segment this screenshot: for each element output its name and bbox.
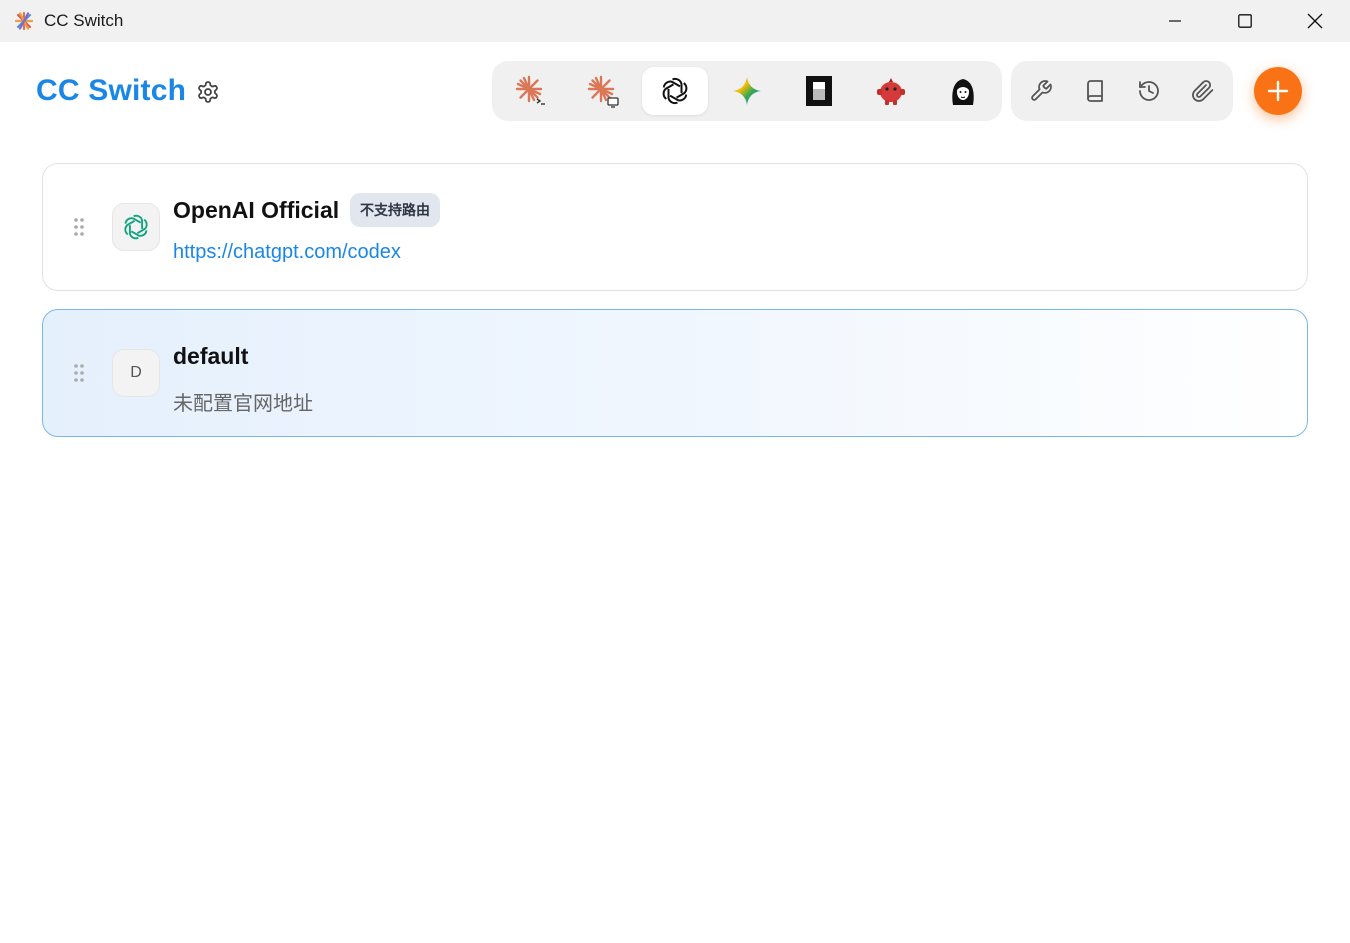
- opencode-icon: [806, 76, 832, 106]
- gear-icon: [198, 81, 218, 103]
- provider-avatar: [112, 203, 160, 251]
- tab-claude-desktop[interactable]: [570, 67, 636, 115]
- drag-handle-icon[interactable]: [73, 217, 85, 237]
- docs-button[interactable]: [1079, 75, 1111, 107]
- app-switcher: [492, 61, 1002, 121]
- tab-gemini[interactable]: [714, 67, 780, 115]
- tools-button[interactable]: [1025, 75, 1057, 107]
- book-icon: [1087, 80, 1103, 102]
- minimize-icon: [1169, 20, 1181, 22]
- claude-desktop-icon: [587, 75, 619, 108]
- claude-terminal-icon: [515, 75, 545, 105]
- provider-website-status: 未配置官网地址: [173, 393, 313, 415]
- window-title: CC Switch: [44, 11, 124, 30]
- tab-portrait[interactable]: [930, 67, 996, 115]
- provider-card-openai-official[interactable]: OpenAI Official 不支持路由 https://chatgpt.co…: [42, 163, 1308, 291]
- gemini-icon: [733, 77, 761, 105]
- add-provider-button[interactable]: [1254, 67, 1302, 115]
- minimize-button[interactable]: [1140, 0, 1210, 42]
- close-window-button[interactable]: [1280, 0, 1350, 42]
- provider-url-link[interactable]: https://chatgpt.com/codex: [173, 241, 401, 264]
- plus-icon: [1267, 80, 1289, 102]
- provider-name: OpenAI Official: [173, 197, 340, 223]
- provider-card-default[interactable]: D default 未配置官网地址: [42, 309, 1308, 437]
- drag-handle-icon[interactable]: [73, 363, 85, 383]
- settings-button[interactable]: [194, 78, 222, 106]
- brand-title: CC Switch: [36, 74, 187, 107]
- window-titlebar: CC Switch: [0, 0, 1350, 42]
- portrait-icon: [952, 79, 974, 105]
- tab-opencode[interactable]: [786, 67, 852, 115]
- provider-avatar-initial: D: [112, 349, 160, 397]
- wrench-icon: [1031, 80, 1052, 101]
- openai-icon: [124, 214, 148, 240]
- paperclip-icon: [1192, 80, 1214, 102]
- cc-switch-logo-icon: [14, 11, 34, 31]
- attachments-button[interactable]: [1187, 75, 1219, 107]
- tab-claude-code[interactable]: [498, 67, 564, 115]
- tab-codex[interactable]: [642, 67, 708, 115]
- maximize-button[interactable]: [1210, 0, 1280, 42]
- tools-group: [1011, 61, 1233, 121]
- provider-name: default: [173, 343, 249, 369]
- routing-badge: 不支持路由: [350, 193, 440, 227]
- maximize-icon: [1238, 14, 1252, 28]
- tab-red-creature[interactable]: [858, 67, 924, 115]
- close-icon: [1307, 13, 1323, 29]
- history-icon: [1139, 81, 1159, 101]
- history-button[interactable]: [1133, 75, 1165, 107]
- openai-icon: [662, 77, 688, 105]
- red-creature-icon: [877, 78, 905, 105]
